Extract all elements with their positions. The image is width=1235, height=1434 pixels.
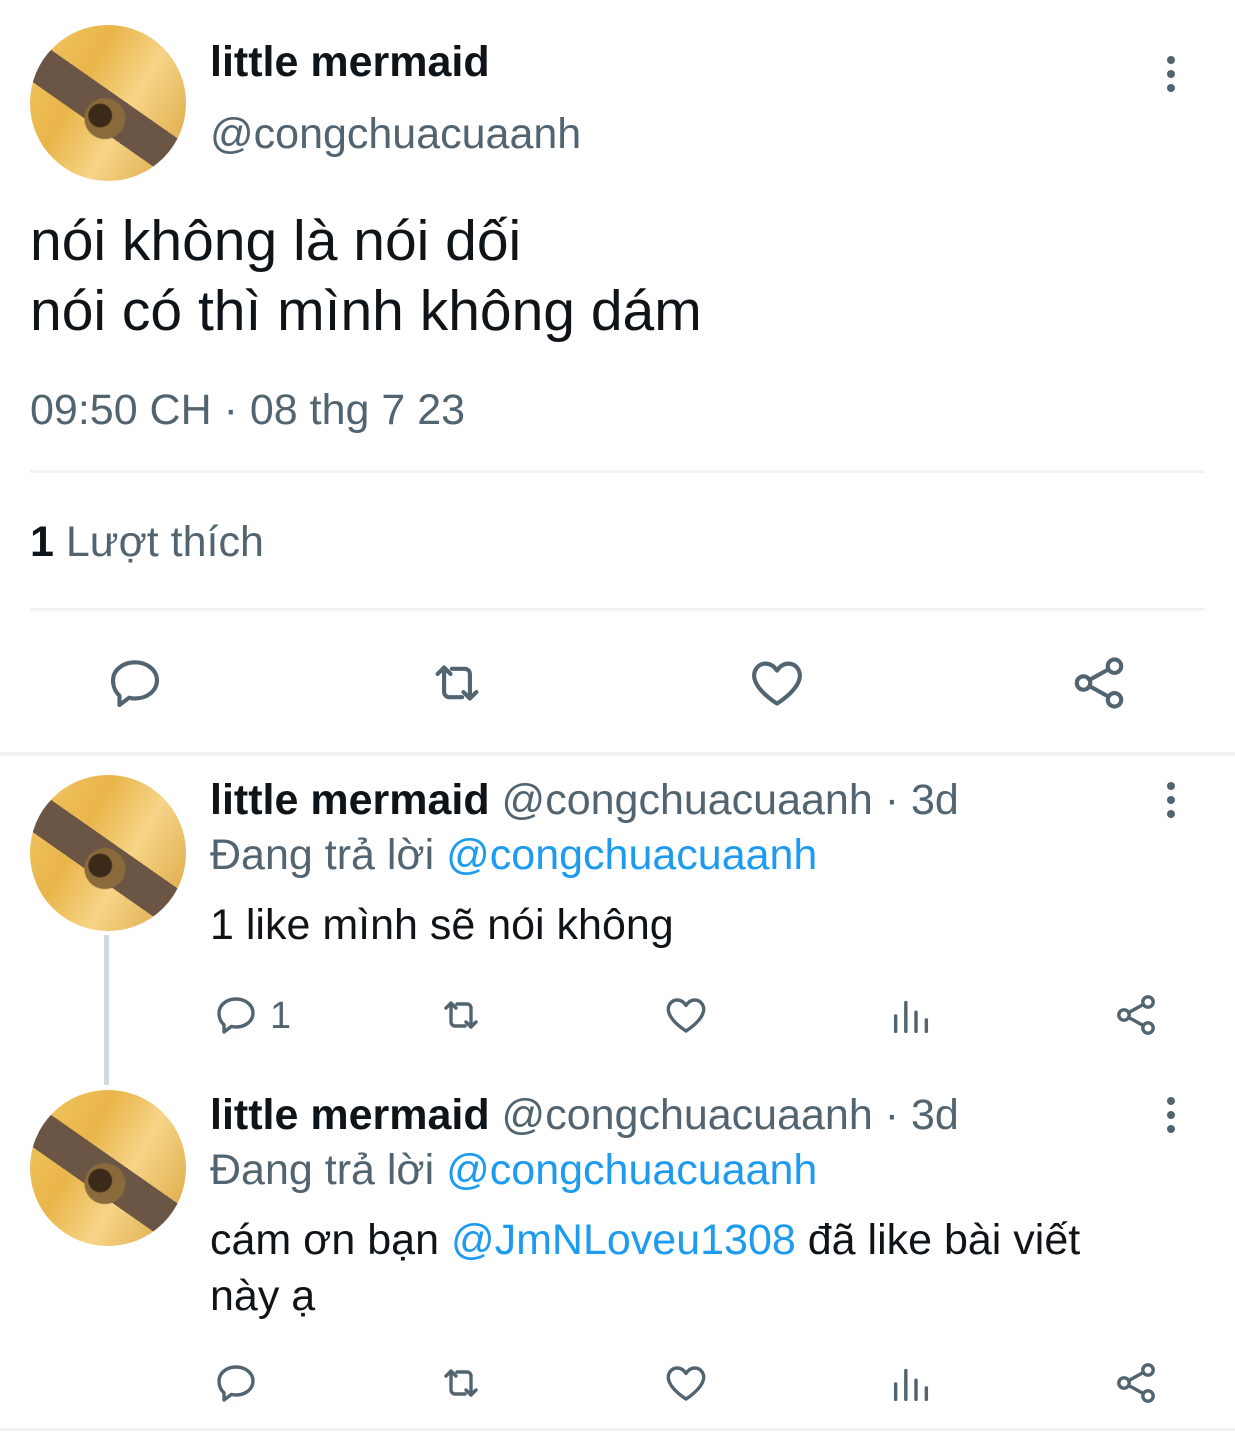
reply-display-name[interactable]: little mermaid (210, 1091, 490, 1139)
likes-count: 1 (30, 518, 54, 566)
more-icon[interactable] (1166, 56, 1176, 96)
main-tweet-text-line2: nói có thì mình không dám (30, 279, 702, 343)
reply-handle-time[interactable]: @congchuacuaanh · 3d (502, 776, 959, 824)
main-tweet-text-line1: nói không là nói dối (30, 209, 522, 273)
mention-link[interactable]: @JmNLoveu1308 (451, 1216, 796, 1264)
like-icon[interactable] (662, 991, 710, 1039)
reply-text: 1 like mình sẽ nói không (210, 901, 674, 949)
more-icon[interactable] (1166, 1097, 1176, 1137)
reply-header: little mermaid @congchuacuaanh · 3d (210, 776, 959, 825)
replying-mention[interactable]: @congchuacuaanh (446, 831, 817, 879)
divider (30, 470, 1204, 473)
reply-count: 1 (270, 995, 292, 1037)
reply-text: cám ơn bạn @JmNLoveu1308 đã like bài viế… (210, 1216, 1080, 1265)
like-icon[interactable] (662, 1359, 710, 1407)
retweet-icon[interactable] (425, 652, 489, 714)
likes-summary[interactable]: 1 Lượt thích (30, 518, 264, 567)
share-icon[interactable] (1112, 1359, 1160, 1407)
avatar[interactable] (30, 775, 186, 931)
reply-text-before: cám ơn bạn (210, 1216, 439, 1264)
main-timestamp[interactable]: 09:50 CH · 08 thg 7 23 (30, 386, 465, 435)
reply-icon[interactable] (104, 652, 166, 714)
more-icon[interactable] (1166, 782, 1176, 822)
reply-header: little mermaid @congchuacuaanh · 3d (210, 1091, 959, 1140)
like-icon[interactable] (746, 652, 808, 714)
retweet-icon[interactable] (436, 1359, 486, 1407)
retweet-icon[interactable] (436, 991, 486, 1039)
views-icon[interactable] (887, 1361, 935, 1407)
divider (30, 608, 1204, 611)
reply-icon[interactable] (212, 1359, 260, 1407)
share-icon[interactable] (1112, 991, 1160, 1039)
views-icon[interactable] (887, 993, 935, 1039)
main-display-name[interactable]: little mermaid (210, 38, 490, 87)
thread-line (104, 935, 109, 1085)
avatar[interactable] (30, 1090, 186, 1246)
reply-icon[interactable] (212, 991, 260, 1039)
reply-text-line2: này ạ (210, 1272, 316, 1320)
replying-prefix: Đang trả lời (210, 1146, 435, 1194)
likes-label: Lượt thích (65, 518, 264, 566)
main-handle[interactable]: @congchuacuaanh (210, 110, 581, 159)
reply-handle-time[interactable]: @congchuacuaanh · 3d (502, 1091, 959, 1139)
replying-prefix: Đang trả lời (210, 831, 435, 879)
divider (0, 752, 1235, 756)
share-icon[interactable] (1068, 652, 1130, 714)
avatar[interactable] (30, 25, 186, 181)
replying-to: Đang trả lời @congchuacuaanh (210, 1146, 817, 1195)
reply-text-after: đã like bài viết (807, 1216, 1081, 1264)
replying-to: Đang trả lời @congchuacuaanh (210, 831, 817, 880)
divider (0, 1428, 1235, 1431)
reply-display-name[interactable]: little mermaid (210, 776, 490, 824)
replying-mention[interactable]: @congchuacuaanh (446, 1146, 817, 1194)
